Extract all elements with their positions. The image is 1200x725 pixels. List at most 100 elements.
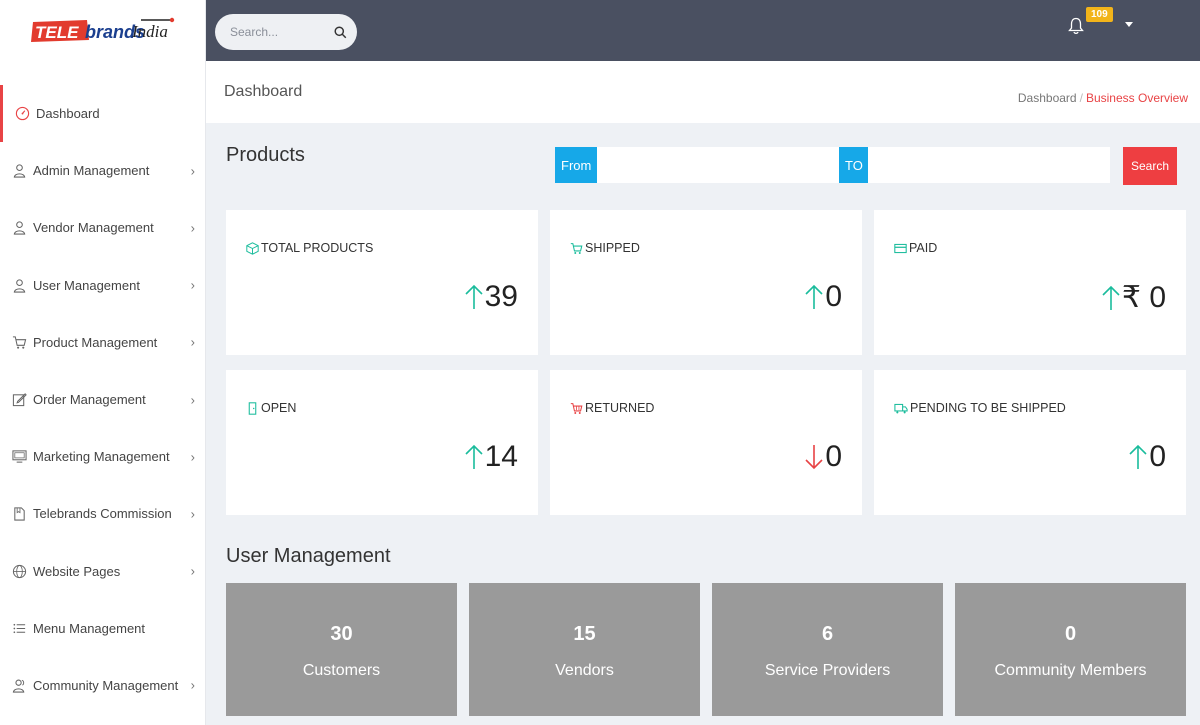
stat-card-total-products[interactable]: TOTAL PRODUCTS 39 (226, 210, 538, 355)
stat-card-label-text: TOTAL PRODUCTS (261, 241, 374, 255)
stat-card-label-text: OPEN (261, 401, 297, 415)
stat-card-pending-to-be-shipped[interactable]: PENDING TO BE SHIPPED 0 (874, 370, 1186, 515)
sidebar-item-label: Vendor Management (33, 220, 154, 236)
search-icon[interactable] (334, 25, 347, 39)
return-cart-icon (570, 402, 583, 415)
sidebar-item-marketing-management[interactable]: Marketing Management › (0, 428, 206, 485)
globe-icon (11, 563, 27, 579)
svg-text:TELE: TELE (35, 23, 79, 42)
stat-card-label-text: PAID (909, 241, 938, 255)
sidebar-item-menu-management[interactable]: Menu Management (0, 600, 206, 657)
chevron-right-icon: › (190, 220, 195, 236)
user-card-service-providers[interactable]: 6 Service Providers (712, 583, 943, 716)
stat-card-value-text: 39 (484, 280, 518, 313)
user-card-community-members[interactable]: 0 Community Members (955, 583, 1186, 716)
page-title: Dashboard (224, 83, 303, 100)
cart-icon (11, 334, 27, 350)
stat-card-paid[interactable]: PAID ₹ 0 (874, 210, 1186, 355)
chevron-right-icon: › (190, 677, 195, 693)
sidebar-item-admin-management[interactable]: Admin Management › (0, 142, 206, 199)
sidebar: TELE brands India Dashboard Admin Manage… (0, 0, 206, 725)
sidebar-item-user-management[interactable]: User Management › (0, 257, 206, 314)
chevron-right-icon: › (190, 506, 195, 522)
notification-bell-icon[interactable] (1068, 17, 1084, 40)
stat-card-value-text: ₹ 0 (1121, 281, 1166, 314)
from-label: From (555, 147, 597, 183)
stat-card-label: OPEN (246, 401, 296, 415)
dashboard-gauge-icon (14, 106, 30, 122)
to-date-input[interactable] (868, 147, 1110, 183)
sidebar-item-order-management[interactable]: Order Management › (0, 371, 206, 428)
user-management-section-title: User Management (226, 545, 391, 567)
brand-logo[interactable]: TELE brands India (0, 0, 205, 61)
sidebar-item-label: Dashboard (36, 106, 100, 122)
user-card-count: 15 (573, 623, 596, 645)
sidebar-item-vendor-management[interactable]: Vendor Management › (0, 199, 206, 256)
truck-icon (894, 402, 908, 415)
user-icon (11, 277, 27, 293)
products-section-title: Products (226, 144, 305, 166)
user-card-count: 30 (330, 623, 353, 645)
door-icon (246, 401, 259, 415)
arrow-up-icon (804, 284, 824, 310)
user-menu-caret-icon[interactable] (1125, 22, 1133, 27)
chevron-right-icon: › (190, 392, 195, 408)
stat-card-shipped[interactable]: SHIPPED 0 (550, 210, 862, 355)
breadcrumb-item-current: Business Overview (1085, 91, 1188, 105)
chevron-right-icon: › (190, 449, 195, 465)
breadcrumb: Dashboard / Business Overview (1018, 91, 1188, 105)
from-date-input[interactable] (597, 147, 839, 183)
stat-card-label: PENDING TO BE SHIPPED (894, 401, 1066, 415)
stat-card-label-text: PENDING TO BE SHIPPED (910, 401, 1066, 415)
user-card-count: 0 (1064, 623, 1077, 645)
sidebar-item-label: Admin Management (33, 163, 150, 179)
user-card-customers[interactable]: 30 Customers (226, 583, 457, 716)
sidebar-item-community-management[interactable]: Community Management › (0, 657, 206, 714)
edit-icon (11, 392, 27, 408)
chevron-right-icon: › (190, 277, 195, 293)
stat-card-label: SHIPPED (570, 241, 640, 255)
chevron-right-icon: › (190, 563, 195, 579)
credit-card-icon (894, 242, 907, 255)
sidebar-item-label: Community Management (33, 677, 179, 693)
user-card-label: Service Providers (764, 662, 891, 679)
to-label: TO (839, 147, 868, 183)
chevron-right-icon: › (190, 334, 195, 350)
sidebar-item-label: User Management (33, 277, 140, 293)
monitor-icon (11, 449, 27, 465)
search-button[interactable]: Search (1123, 147, 1177, 185)
stat-card-label-text: SHIPPED (585, 241, 640, 255)
arrow-up-icon (1101, 285, 1121, 311)
breadcrumb-item-dashboard[interactable]: Dashboard (1018, 91, 1077, 105)
stat-card-value-text: 0 (1149, 440, 1166, 473)
arrow-down-icon (804, 444, 824, 470)
stat-card-returned[interactable]: RETURNED 0 (550, 370, 862, 515)
users-icon (11, 677, 27, 693)
sidebar-item-website-pages[interactable]: Website Pages › (0, 543, 206, 600)
user-card-label: Community Members (994, 662, 1147, 679)
list-icon (11, 620, 27, 636)
sidebar-item-label: Menu Management (33, 620, 146, 636)
stat-card-label-text: RETURNED (585, 401, 655, 415)
user-icon (11, 220, 27, 236)
stat-card-label: PAID (894, 241, 937, 255)
svg-text:India: India (131, 22, 168, 41)
sidebar-item-dashboard[interactable]: Dashboard (0, 85, 206, 143)
stat-card-value: 0 (1128, 440, 1166, 474)
stat-card-value: 0 (804, 440, 842, 474)
stat-card-open[interactable]: OPEN 14 (226, 370, 538, 515)
notification-count-badge[interactable]: 109 (1086, 7, 1113, 22)
user-card-label: Customers (302, 662, 381, 679)
stat-card-value-text: 0 (825, 440, 842, 473)
sidebar-nav: Dashboard Admin Management › Vendor Mana… (0, 85, 206, 714)
stat-card-value: ₹ 0 (1101, 280, 1166, 315)
cart-icon (570, 242, 583, 255)
stat-card-value: 0 (804, 280, 842, 314)
sidebar-item-telebrands-commission[interactable]: Telebrands Commission › (0, 485, 206, 542)
box-icon (246, 241, 259, 255)
arrow-up-icon (1128, 444, 1148, 470)
sidebar-item-product-management[interactable]: Product Management › (0, 314, 206, 371)
user-card-vendors[interactable]: 15 Vendors (469, 583, 700, 716)
sidebar-item-label: Product Management (33, 334, 158, 350)
search-input[interactable] (230, 25, 330, 39)
